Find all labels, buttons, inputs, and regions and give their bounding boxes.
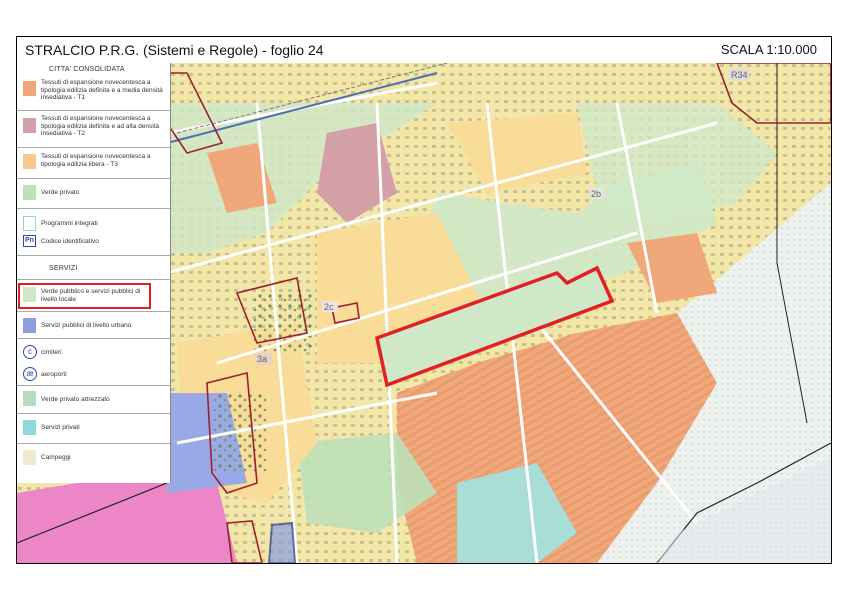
legend-swatch-programmi (23, 216, 36, 231)
legend-swatch-t3 (23, 154, 36, 169)
legend-swatch-t1 (23, 81, 36, 96)
legend-divider (17, 413, 170, 414)
map-sheet: STRALCIO P.R.G. (Sistemi e Regole) - fog… (16, 36, 832, 564)
zone-label-2c: 2c (324, 302, 334, 312)
legend-divider (17, 208, 170, 209)
legend-swatch-verde-pubblico (23, 287, 36, 302)
legend-section-city: CITTA' CONSOLIDATA (49, 66, 125, 73)
sheet-title: STRALCIO P.R.G. (Sistemi e Regole) - fog… (25, 42, 324, 58)
legend-label-cimiteri: cimiteri (41, 349, 62, 356)
legend-label-urbano: Servizi pubblici di livello urbano (41, 322, 132, 329)
legend-swatch-servizi-privati (23, 420, 36, 435)
legend-panel: CITTA' CONSOLIDATA Tessuti di espansione… (17, 63, 171, 483)
legend-label-t3: Tessuti di espansione novecentesca a tip… (41, 153, 151, 168)
legend-label-servizi-privati: Servizi privati (41, 424, 80, 431)
legend-divider (17, 255, 170, 256)
legend-label-verde-privato: Verde privato (41, 189, 80, 196)
trees-a (212, 393, 267, 473)
legend-divider (17, 178, 170, 179)
legend-divider (17, 147, 170, 148)
legend-divider (17, 385, 170, 386)
title-bar: STRALCIO P.R.G. (Sistemi e Regole) - fog… (17, 37, 831, 64)
legend-divider (17, 338, 170, 339)
legend-label-aeroporti: aeroporti (41, 371, 67, 378)
legend-divider (17, 279, 170, 280)
legend-label-t1: Tessuti di espansione novecentesca a tip… (41, 79, 163, 101)
legend-label-verde-attrezzato: Verde privato attrezzato (41, 396, 110, 403)
legend-swatch-t2 (23, 118, 36, 133)
cemetery-icon: c (23, 345, 37, 359)
zone-label-r34: R34 (731, 70, 748, 80)
legend-swatch-urbano (23, 318, 36, 333)
legend-label-campeggi: Campeggi (41, 454, 71, 461)
legend-label-codice: Codice identificativo (41, 238, 99, 245)
scale-label: SCALA 1:10.000 (720, 42, 817, 57)
legend-label-t2: Tessuti di espansione novecentesca a tip… (41, 115, 160, 137)
legend-code-badge: Pn (23, 235, 36, 247)
legend-label-programmi: Programmi integrati (41, 220, 98, 227)
legend-divider (17, 443, 170, 444)
legend-divider (17, 110, 170, 111)
legend-swatch-verde-attrezzato (23, 391, 36, 406)
legend-label-verde-pubblico: Verde pubblico e servizi pubblici di liv… (41, 288, 141, 303)
zone-label-2b: 2b (591, 189, 601, 199)
legend-swatch-campeggi (23, 450, 36, 465)
legend-swatch-verde-privato (23, 185, 36, 200)
legend-divider (17, 311, 170, 312)
legend-section-services: SERVIZI (49, 265, 78, 272)
zone-label-3a: 3a (257, 354, 267, 364)
servizi-urbani-outline (267, 521, 297, 563)
airport-icon: æ (23, 367, 37, 381)
